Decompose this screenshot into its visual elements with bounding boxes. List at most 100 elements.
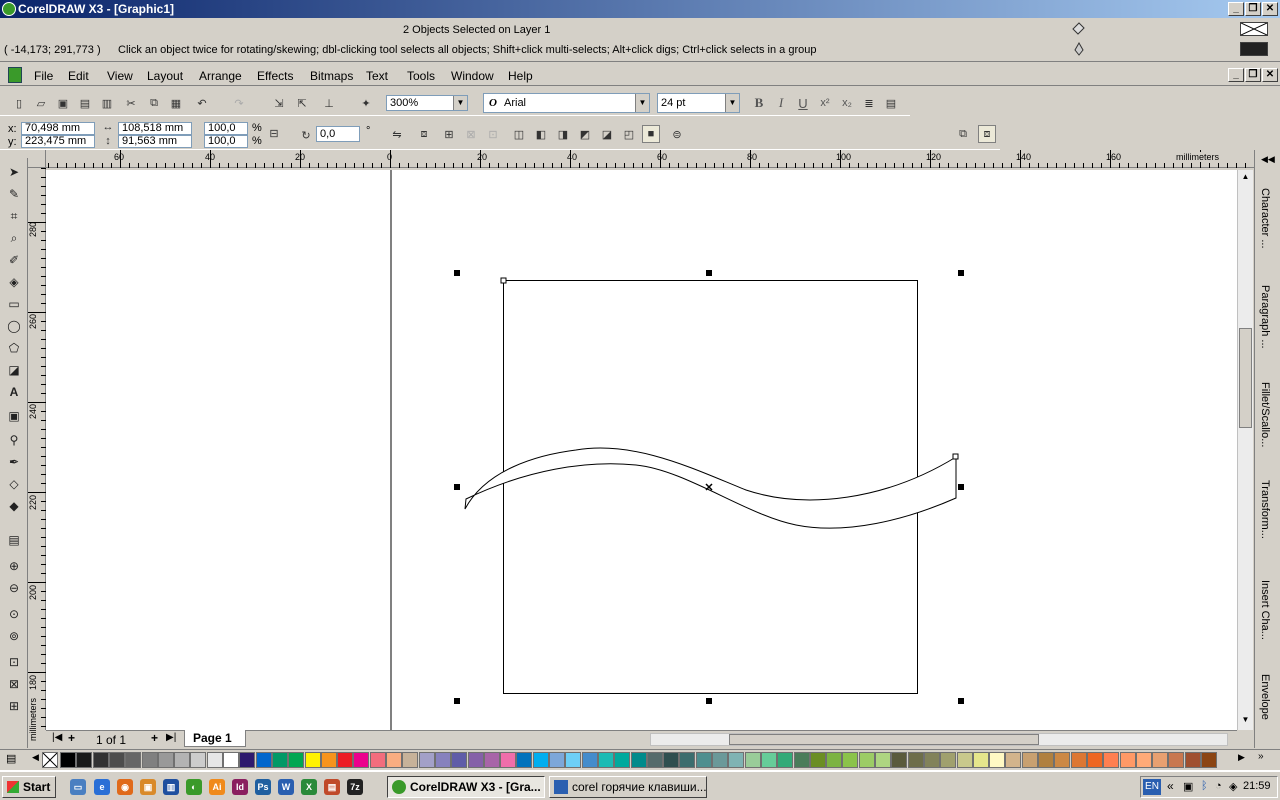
menu-help[interactable]: Help [508,69,533,83]
ruler-origin-corner[interactable] [28,150,46,168]
selection-handle[interactable] [454,698,460,704]
y-position-input[interactable]: 223,475 mm [21,135,95,148]
scroll-down-icon[interactable]: ▼ [1239,715,1252,727]
eyedropper-tool-icon[interactable]: ⚲ [4,430,24,450]
color-swatch[interactable] [402,752,419,768]
taskbar-item-coreldraw[interactable]: CorelDRAW X3 - [Gra... [387,776,545,798]
freehand-tool-icon[interactable]: ✐ [4,250,24,270]
color-swatch[interactable] [1021,752,1038,768]
color-swatch[interactable] [891,752,908,768]
menu-window[interactable]: Window [451,69,494,83]
menu-effects[interactable]: Effects [257,69,293,83]
selection-handle[interactable] [958,484,964,490]
color-swatch[interactable] [1201,752,1217,768]
color-swatch[interactable] [1119,752,1136,768]
create-boundary-icon[interactable]: ■ [642,125,660,143]
menu-tools[interactable]: Tools [407,69,435,83]
security-icon[interactable]: ◈ [1229,780,1237,793]
color-swatch[interactable] [500,752,517,768]
fill-tool-icon[interactable]: ◇ [4,474,24,494]
node-handle[interactable] [500,277,507,284]
internet-explorer-icon[interactable]: e [94,779,110,795]
basic-shapes-tool-icon[interactable]: ◪ [4,360,24,380]
color-swatch[interactable] [597,752,614,768]
menu-arrange[interactable]: Arrange [199,69,242,83]
palette-menu-icon[interactable]: ▤ [6,752,22,768]
color-swatch[interactable] [190,752,207,768]
new-icon[interactable]: ▯ [10,94,28,112]
volume-icon[interactable]: ◔ [1215,780,1222,792]
selection-handle[interactable] [958,270,964,276]
zoom-all-icon[interactable]: ⊚ [4,626,24,646]
file-manager-icon[interactable]: ▥ [163,779,179,795]
color-swatch[interactable] [728,752,745,768]
import-icon[interactable]: ⇲ [270,94,288,112]
archive-icon[interactable]: ▤ [324,779,340,795]
text-alignment-icon[interactable]: ≣ [860,94,878,112]
illustrator-icon[interactable]: Ai [209,779,225,795]
menu-bitmaps[interactable]: Bitmaps [310,69,353,83]
align-distribute-icon[interactable]: ⊜ [668,125,686,143]
color-swatch[interactable] [875,752,891,768]
scale-y-input[interactable]: 100,0 [204,135,248,148]
taskbar-item-word-doc[interactable]: corel горячие клавиши.... [549,776,707,798]
color-swatch[interactable] [923,752,940,768]
show-desktop-icon[interactable]: ▭ [70,779,86,795]
menu-text[interactable]: Text [366,69,388,83]
color-swatch[interactable] [663,752,680,768]
cut-icon[interactable]: ✂ [122,94,140,112]
outline-pen-icon[interactable] [1072,41,1086,56]
color-swatch[interactable] [630,752,647,768]
minimize-button[interactable]: _ [1228,2,1244,16]
text-tool-icon[interactable]: A [4,382,24,402]
color-swatch[interactable] [1070,752,1087,768]
vertical-ruler[interactable]: 280 260 240 220 200 180 millimeters [28,168,46,742]
restore-button[interactable]: ❐ [1245,2,1261,16]
copy-icon[interactable]: ⧉ [145,94,163,112]
color-swatch[interactable] [614,752,631,768]
color-swatch[interactable] [842,752,859,768]
ungroup-icon[interactable]: ⊞ [440,125,458,143]
underline-icon[interactable]: U [794,94,812,112]
crop-tool-icon[interactable]: ⌗ [4,206,24,226]
palette-expand-icon[interactable]: » [1258,751,1264,762]
subscript-icon[interactable]: x₂ [838,94,856,112]
edit-text-icon[interactable]: ▤ [882,94,900,112]
color-swatch[interactable] [532,752,549,768]
color-swatch[interactable] [386,752,402,768]
pick-tool-icon[interactable]: ➤ [4,162,24,182]
menu-file[interactable]: File [34,69,53,83]
color-swatch[interactable] [1038,752,1054,768]
docker-tab-fillet[interactable]: Fillet/Scallo... [1259,382,1271,447]
color-swatch[interactable] [451,752,468,768]
zoom-page-icon[interactable]: ⊡ [4,652,24,672]
front-minus-back-icon[interactable]: ◪ [598,125,616,143]
bluetooth-icon[interactable]: ᛒ [1201,780,1208,792]
to-back-icon[interactable]: ⧈ [978,125,996,143]
bold-icon[interactable]: B [750,94,768,112]
color-swatch[interactable] [223,752,239,768]
zoom-selected-icon[interactable]: ⊙ [4,604,24,624]
color-swatch[interactable] [809,752,826,768]
color-swatch[interactable] [1168,752,1185,768]
color-swatch[interactable] [646,752,663,768]
color-swatch[interactable] [549,752,565,768]
outline-swatch[interactable] [1240,42,1268,56]
width-input[interactable]: 108,518 mm [118,122,192,135]
color-swatch[interactable] [76,752,93,768]
vertical-scrollbar[interactable]: ▲ ▼ [1237,170,1253,730]
first-page-icon[interactable]: |◀ [52,732,62,743]
selection-handle[interactable] [454,270,460,276]
font-size-select[interactable]: 24 pt ▼ [657,93,740,113]
clock[interactable]: 21:59 [1243,780,1271,792]
palette-scroll-left-icon[interactable]: ◀ [32,752,39,763]
photoshop-icon[interactable]: Ps [255,779,271,795]
color-swatch[interactable] [972,752,989,768]
scroll-thumb[interactable] [1239,328,1252,428]
color-swatch[interactable] [1135,752,1152,768]
color-swatch[interactable] [858,752,875,768]
to-front-icon[interactable]: ⧉ [954,125,972,143]
fill-swatch-none[interactable] [1240,22,1268,36]
save-icon[interactable]: ▣ [54,94,72,112]
coreldraw-app-icon[interactable] [2,2,16,16]
